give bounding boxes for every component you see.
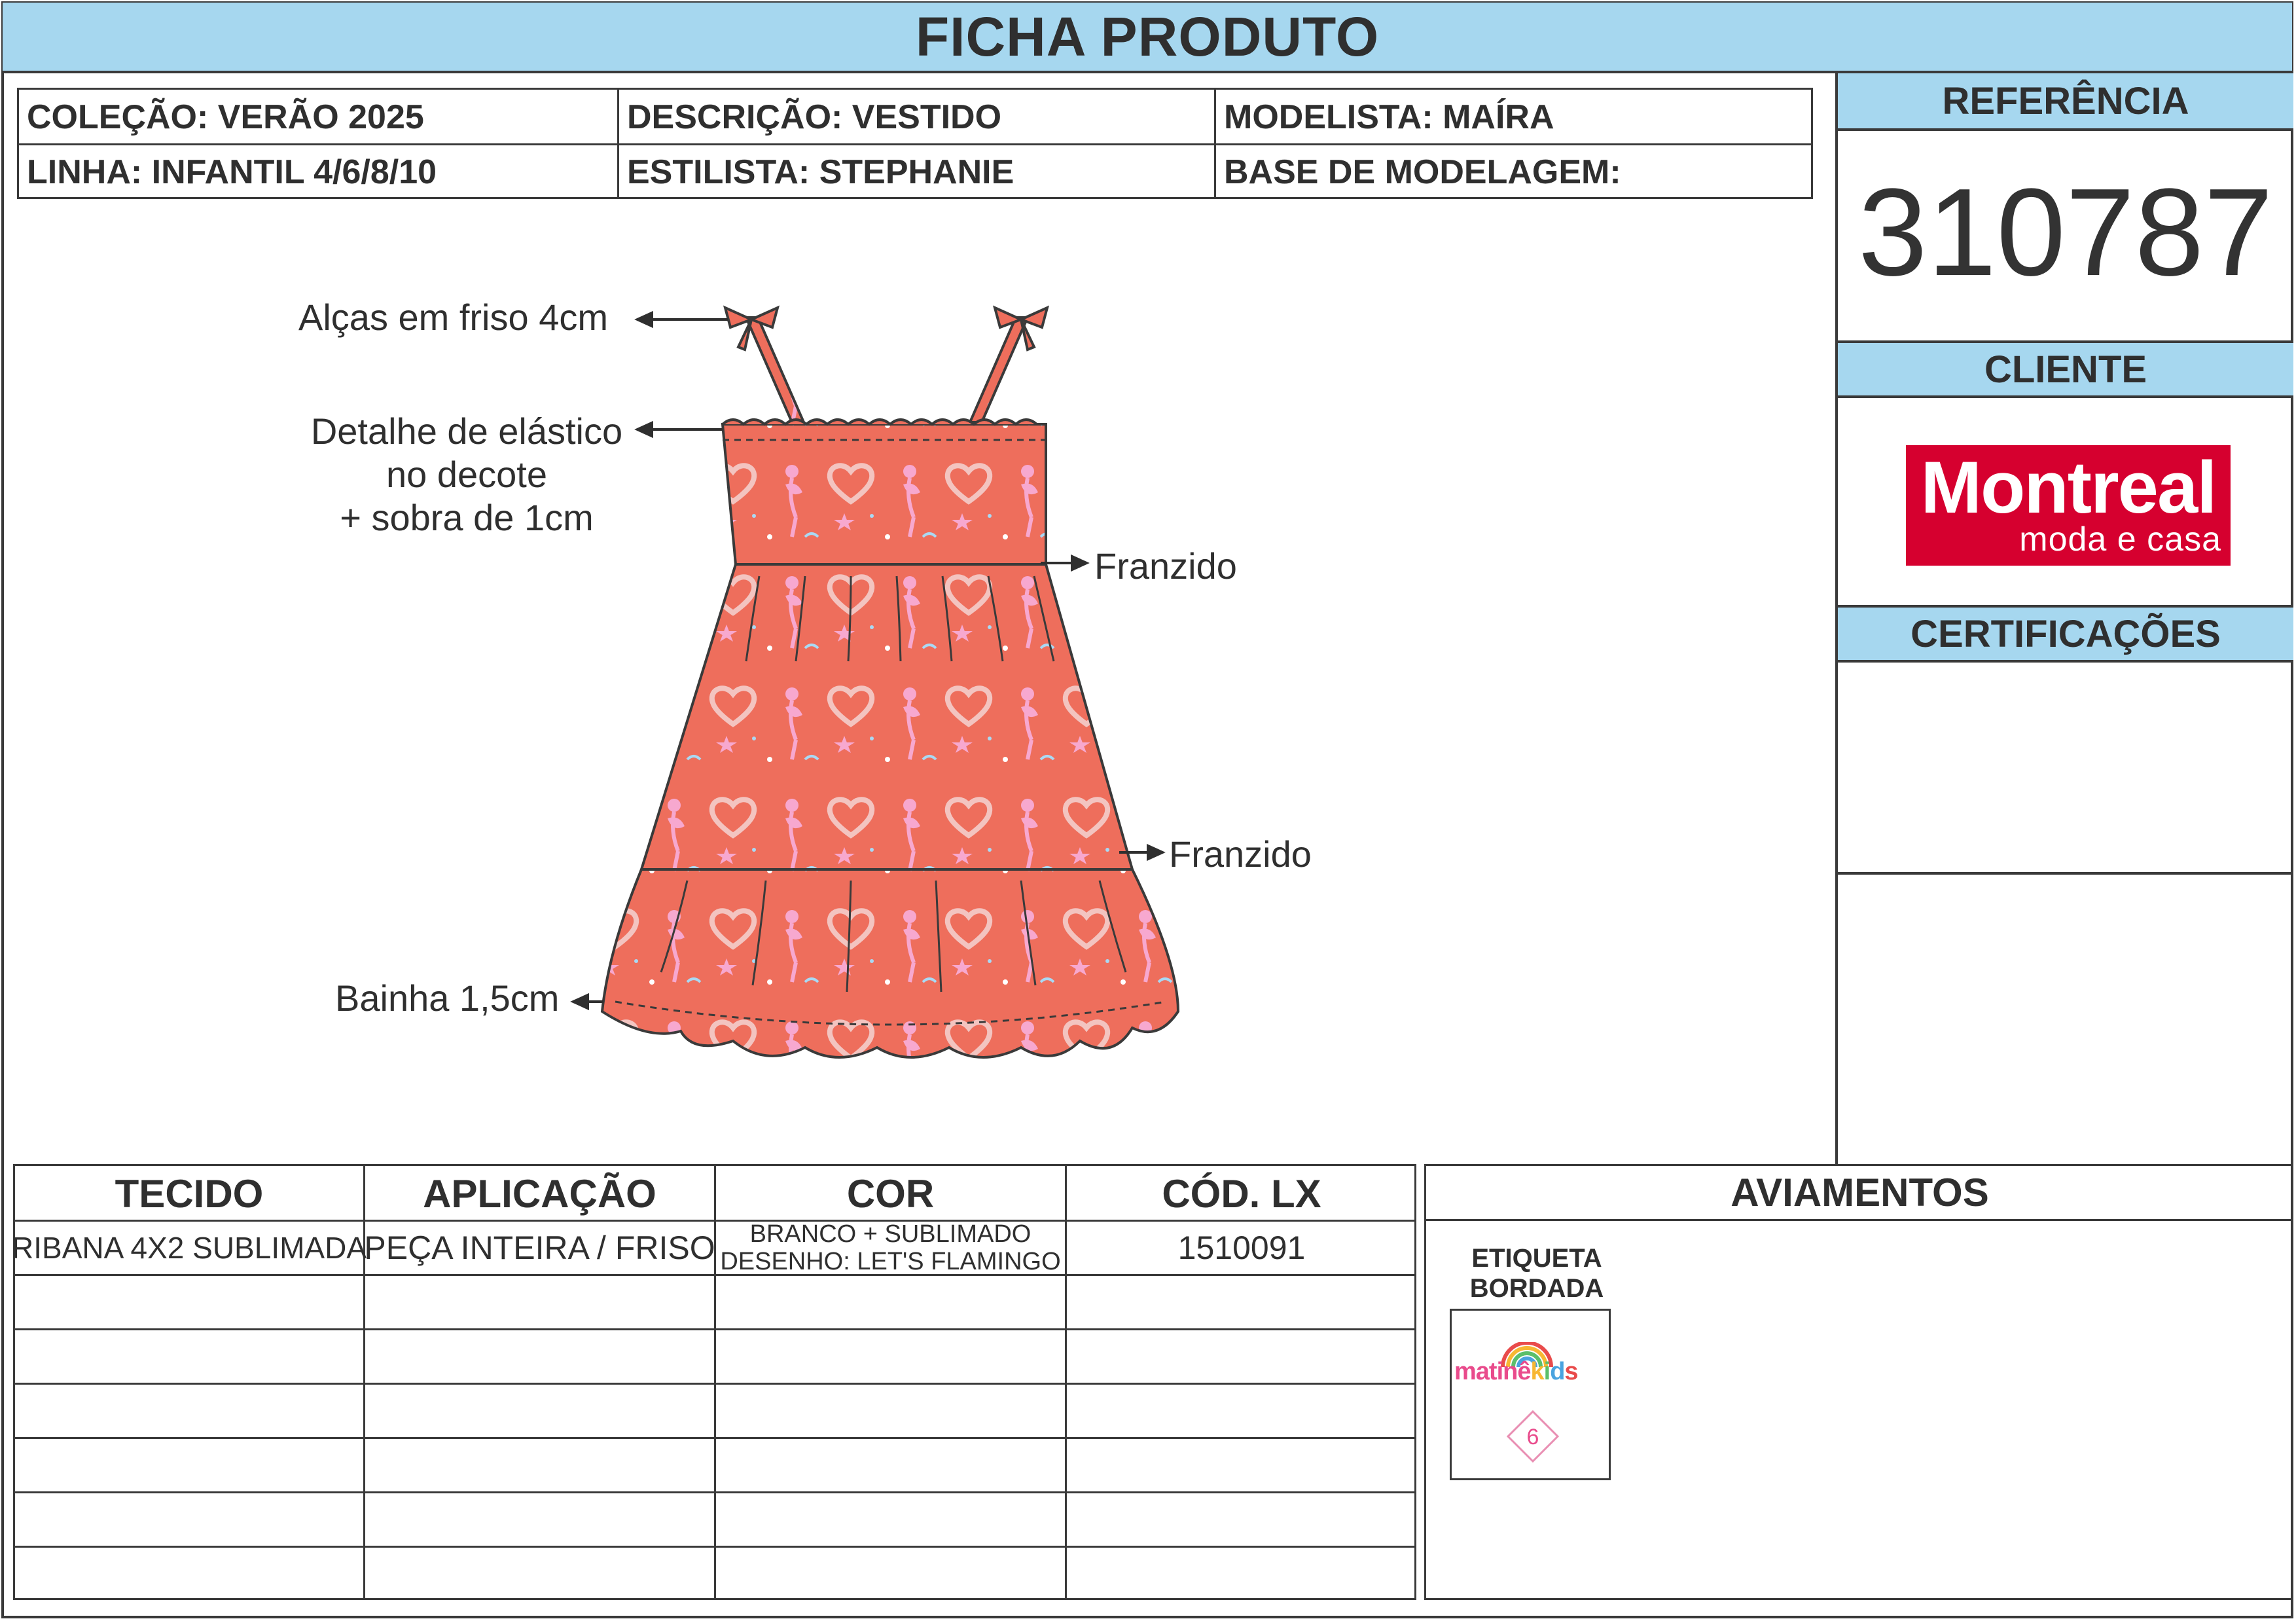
cell-aplicacao: PEÇA INTEIRA / FRISO xyxy=(364,1229,715,1266)
table-divider xyxy=(15,1491,1414,1493)
dress-middle-tier xyxy=(639,563,1134,871)
dress-bodice xyxy=(721,423,1047,566)
annotation-elastico-line: no decote xyxy=(386,454,547,495)
annotation-franzido-top: Franzido xyxy=(1094,545,1237,587)
elastic-neckline xyxy=(721,418,1038,426)
matinekids-logo: matinêkids xyxy=(1454,1358,1579,1385)
aviamentos-panel: AVIAMENTOS ETIQUETA BORDADA matinêkids 6 xyxy=(1424,1164,2293,1600)
size-diamond-icon: 6 xyxy=(1506,1410,1560,1463)
embroidered-label: matinêkids 6 xyxy=(1450,1309,1611,1480)
aviamento-label-line: BORDADA xyxy=(1469,1274,1604,1303)
header-cod-lx: CÓD. LX xyxy=(1162,1171,1321,1216)
header-aplicacao: APLICAÇÃO xyxy=(423,1171,656,1216)
size-text: 6 xyxy=(1527,1425,1539,1449)
aviamentos-header: AVIAMENTOS xyxy=(1426,1166,2293,1221)
cell-cor: BRANCO + SUBLIMADO DESENHO: LET'S FLAMIN… xyxy=(716,1220,1065,1275)
header-tecido: TECIDO xyxy=(115,1171,264,1216)
cell-tecido: RIBANA 4X2 SUBLIMADA xyxy=(12,1231,367,1265)
annotation-elastico-line: Detalhe de elástico xyxy=(310,410,623,452)
table-divider xyxy=(15,1274,1414,1276)
cell-cor-line: BRANCO + SUBLIMADO xyxy=(749,1220,1031,1248)
right-strap xyxy=(967,316,1030,424)
table-divider xyxy=(15,1437,1414,1439)
annotation-bainha: Bainha 1,5cm xyxy=(335,977,560,1019)
header-cor: COR xyxy=(846,1171,935,1216)
table-divider xyxy=(15,1328,1414,1330)
annotation-franzido-bottom: Franzido xyxy=(1169,833,1312,875)
left-strap xyxy=(744,316,806,424)
materials-table: TECIDO APLICAÇÃO COR CÓD. LX RIBANA 4X2 … xyxy=(12,1164,1416,1600)
dress-bottom-tier xyxy=(600,868,1180,1059)
table-divider xyxy=(15,1383,1414,1385)
aviamento-label: ETIQUETA BORDADA xyxy=(1448,1243,1625,1303)
cell-cod-lx: 1510091 xyxy=(1177,1229,1306,1266)
cell-cor-line: DESENHO: LET'S FLAMINGO xyxy=(720,1248,1061,1275)
annotation-alcas: Alças em friso 4cm xyxy=(298,297,608,338)
table-divider xyxy=(15,1546,1414,1548)
annotation-elastico: Detalhe de elástico no decote + sobra de… xyxy=(293,410,640,539)
aviamento-label-line: ETIQUETA xyxy=(1471,1244,1602,1273)
annotation-elastico-line: + sobra de 1cm xyxy=(340,497,594,538)
